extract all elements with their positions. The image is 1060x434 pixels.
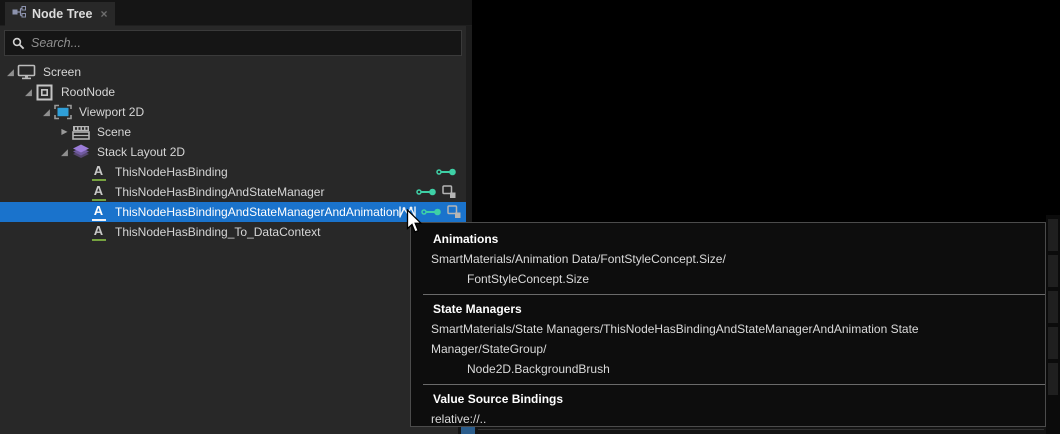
tooltip-section: Animations SmartMaterials/Animation Data/… <box>411 225 1045 294</box>
node-tree: ◢ Screen ◢ RootNode ◢ Viewport 2D ▶ Scene ◢ Stack… <box>0 62 472 242</box>
tree-node-label: Scene <box>97 125 132 139</box>
application-window: Node Tree × ◢ Screen ◢ RootNode ◢ Viewport 2D… <box>0 0 1060 434</box>
viewport-2d-icon <box>53 104 72 120</box>
tree-node-thisnodehasbinding_to_datacontext[interactable]: A ThisNodeHasBinding_To_DataContext <box>0 222 466 242</box>
tooltip-section: State Managers SmartMaterials/State Manag… <box>423 294 1045 384</box>
node-status-badges <box>416 185 466 199</box>
scene-icon <box>71 125 90 140</box>
mouse-cursor <box>406 208 424 240</box>
stack-layout-2d-icon <box>71 144 90 160</box>
tooltip-path-line: FontStyleConcept.Size <box>467 272 590 286</box>
tree-node-label: ThisNodeHasBindingAndStateManagerAndAnim… <box>115 205 400 219</box>
state-manager-badge-icon <box>442 185 457 199</box>
tab-node-tree[interactable]: Node Tree × <box>5 2 116 26</box>
tree-node-label: Viewport 2D <box>79 105 145 119</box>
tooltip-path-line: relative://.. <box>431 412 487 426</box>
close-icon[interactable]: × <box>100 7 107 21</box>
tree-node-stack layout 2d[interactable]: ◢ Stack Layout 2D <box>0 142 466 162</box>
search-input[interactable] <box>31 36 461 50</box>
node-info-tooltip: Animations SmartMaterials/Animation Data/… <box>410 222 1046 434</box>
collapse-arrow-icon[interactable]: ◢ <box>22 82 35 102</box>
state-manager-badge-icon <box>447 205 462 219</box>
tree-node-thisnodehasbindingandstatemanager[interactable]: A ThisNodeHasBindingAndStateManager <box>0 182 466 202</box>
tree-node-label: ThisNodeHasBindingAndStateManager <box>115 185 325 199</box>
tree-node-label: Stack Layout 2D <box>97 145 186 159</box>
tree-node-thisnodehasbindingandstatemanagerandanimation[interactable]: A ThisNodeHasBindingAndStateManagerAndAni… <box>0 202 466 222</box>
text-block-2d-icon: A <box>89 183 108 201</box>
tree-node-scene[interactable]: ▶ Scene <box>0 122 466 142</box>
tree-node-label: Screen <box>43 65 82 79</box>
tooltip-section: Value Source Bindings relative://.. TextCo… <box>423 384 1045 434</box>
collapse-arrow-icon[interactable]: ◢ <box>58 142 71 162</box>
tree-node-label: ThisNodeHasBinding <box>115 165 228 179</box>
binding-badge-icon <box>416 186 437 198</box>
tooltip-section-header: State Managers <box>433 302 522 316</box>
screen-node-icon <box>17 64 36 80</box>
expand-arrow-icon[interactable]: ▶ <box>58 122 71 142</box>
node-tree-icon <box>12 5 26 24</box>
search-icon <box>12 37 25 50</box>
tooltip-path-line: SmartMaterials/State Managers/ThisNodeHa… <box>431 322 919 356</box>
tab-title: Node Tree <box>32 7 93 21</box>
tree-node-thisnodehasbinding[interactable]: A ThisNodeHasBinding <box>0 162 466 182</box>
node-tree-panel: Node Tree × ◢ Screen ◢ RootNode ◢ Viewport 2D… <box>0 0 472 434</box>
tooltip-path-line: SmartMaterials/Animation Data/FontStyleC… <box>431 252 726 266</box>
rootnode-icon <box>35 84 54 101</box>
text-block-2d-icon: A <box>89 223 108 241</box>
tooltip-path-line: Node2D.BackgroundBrush <box>467 362 610 376</box>
tree-node-viewport 2d[interactable]: ◢ Viewport 2D <box>0 102 466 122</box>
collapse-arrow-icon[interactable]: ◢ <box>40 102 53 122</box>
binding-badge-icon <box>436 166 457 178</box>
text-block-2d-icon: A <box>89 203 108 221</box>
panel-tab-bar: Node Tree × <box>0 0 472 26</box>
node-status-badges <box>436 166 466 178</box>
tree-node-rootnode[interactable]: ◢ RootNode <box>0 82 466 102</box>
search-box[interactable] <box>4 30 462 56</box>
tooltip-path-line: TextConcept.Text <box>423 429 1037 434</box>
tree-node-screen[interactable]: ◢ Screen <box>0 62 466 82</box>
right-panel-edge <box>1046 215 1060 434</box>
tree-node-label: ThisNodeHasBinding_To_DataContext <box>115 225 321 239</box>
tooltip-section-header: Animations <box>433 232 499 246</box>
text-block-2d-icon: A <box>89 163 108 181</box>
tooltip-section-header: Value Source Bindings <box>433 392 564 406</box>
binding-badge-icon <box>421 206 442 218</box>
tree-node-label: RootNode <box>61 85 116 99</box>
collapse-arrow-icon[interactable]: ◢ <box>4 62 17 82</box>
